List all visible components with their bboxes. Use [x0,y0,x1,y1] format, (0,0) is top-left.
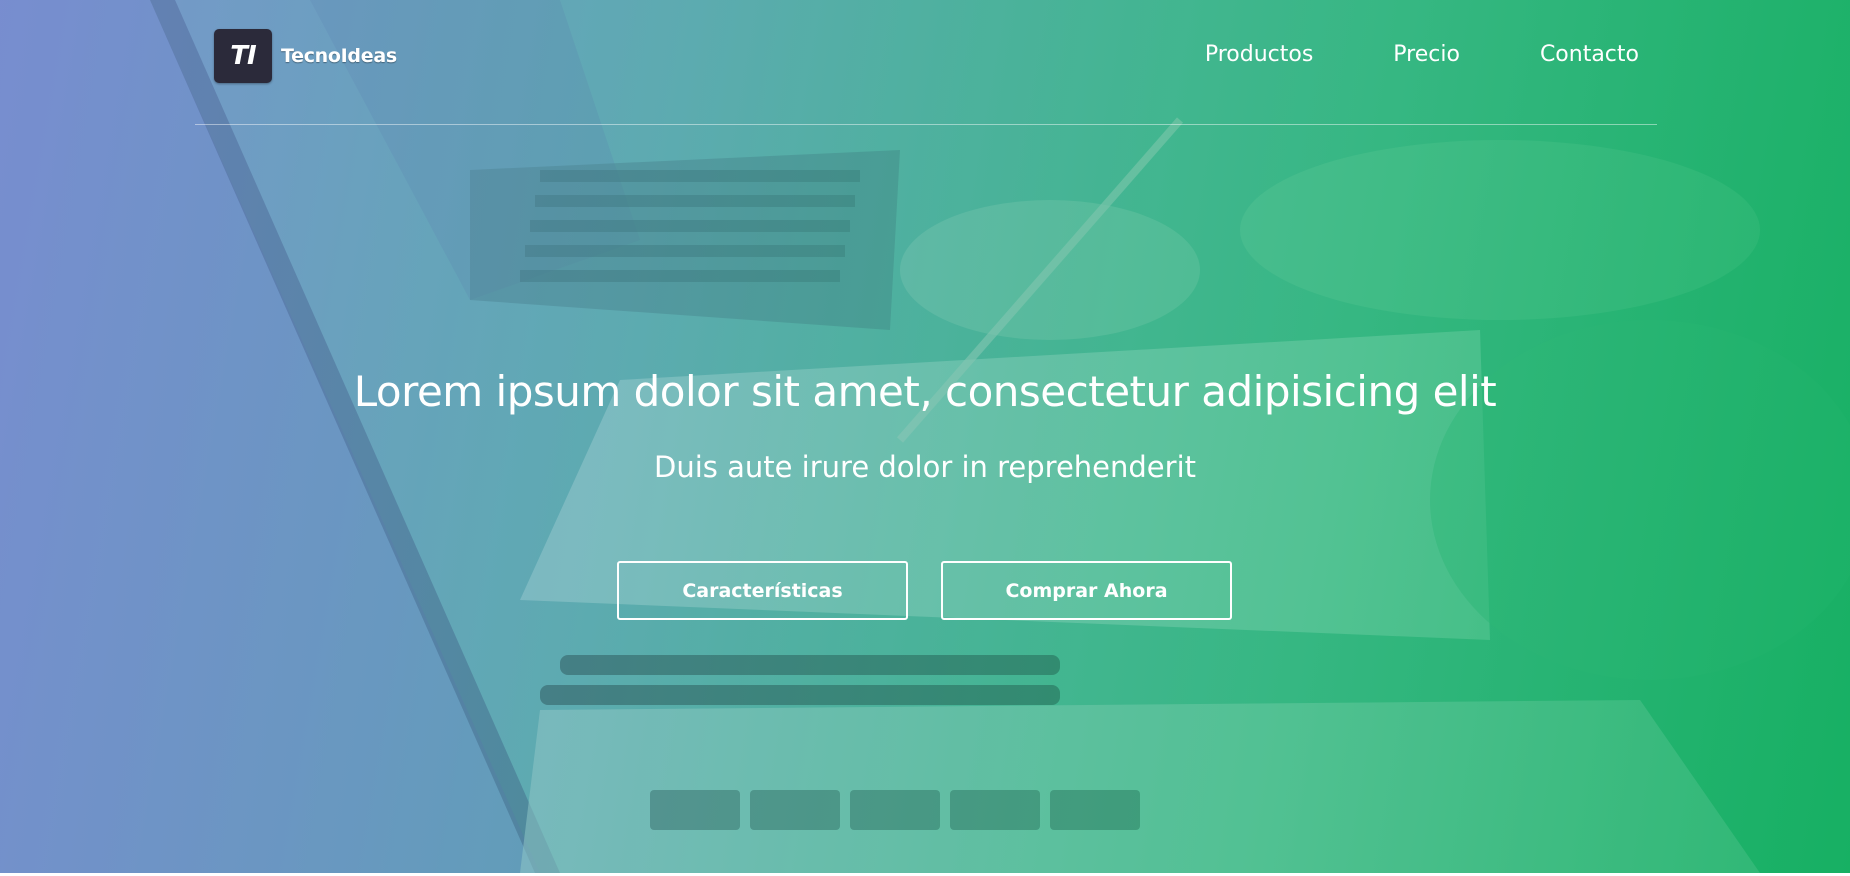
hero-subheadline: Duis aute irure dolor in reprehenderit [654,450,1196,484]
buy-now-button[interactable]: Comprar Ahora [941,561,1232,620]
hero-section: TI TecnoIdeas Productos Precio Contacto … [0,0,1850,873]
gradient-overlay [0,0,1850,873]
brand-logo[interactable]: TI TecnoIdeas [214,28,397,84]
hero-headline: Lorem ipsum dolor sit amet, consectetur … [353,367,1497,416]
brand-name: TecnoIdeas [281,45,397,67]
nav-link-contacto[interactable]: Contacto [1540,42,1639,67]
nav-link-productos[interactable]: Productos [1205,42,1313,67]
logo-mark: TI [214,29,272,83]
features-button[interactable]: Características [617,561,908,620]
main-nav: Productos Precio Contacto [1205,42,1639,67]
nav-link-precio[interactable]: Precio [1393,42,1460,67]
top-navbar: TI TecnoIdeas Productos Precio Contacto [195,0,1657,125]
